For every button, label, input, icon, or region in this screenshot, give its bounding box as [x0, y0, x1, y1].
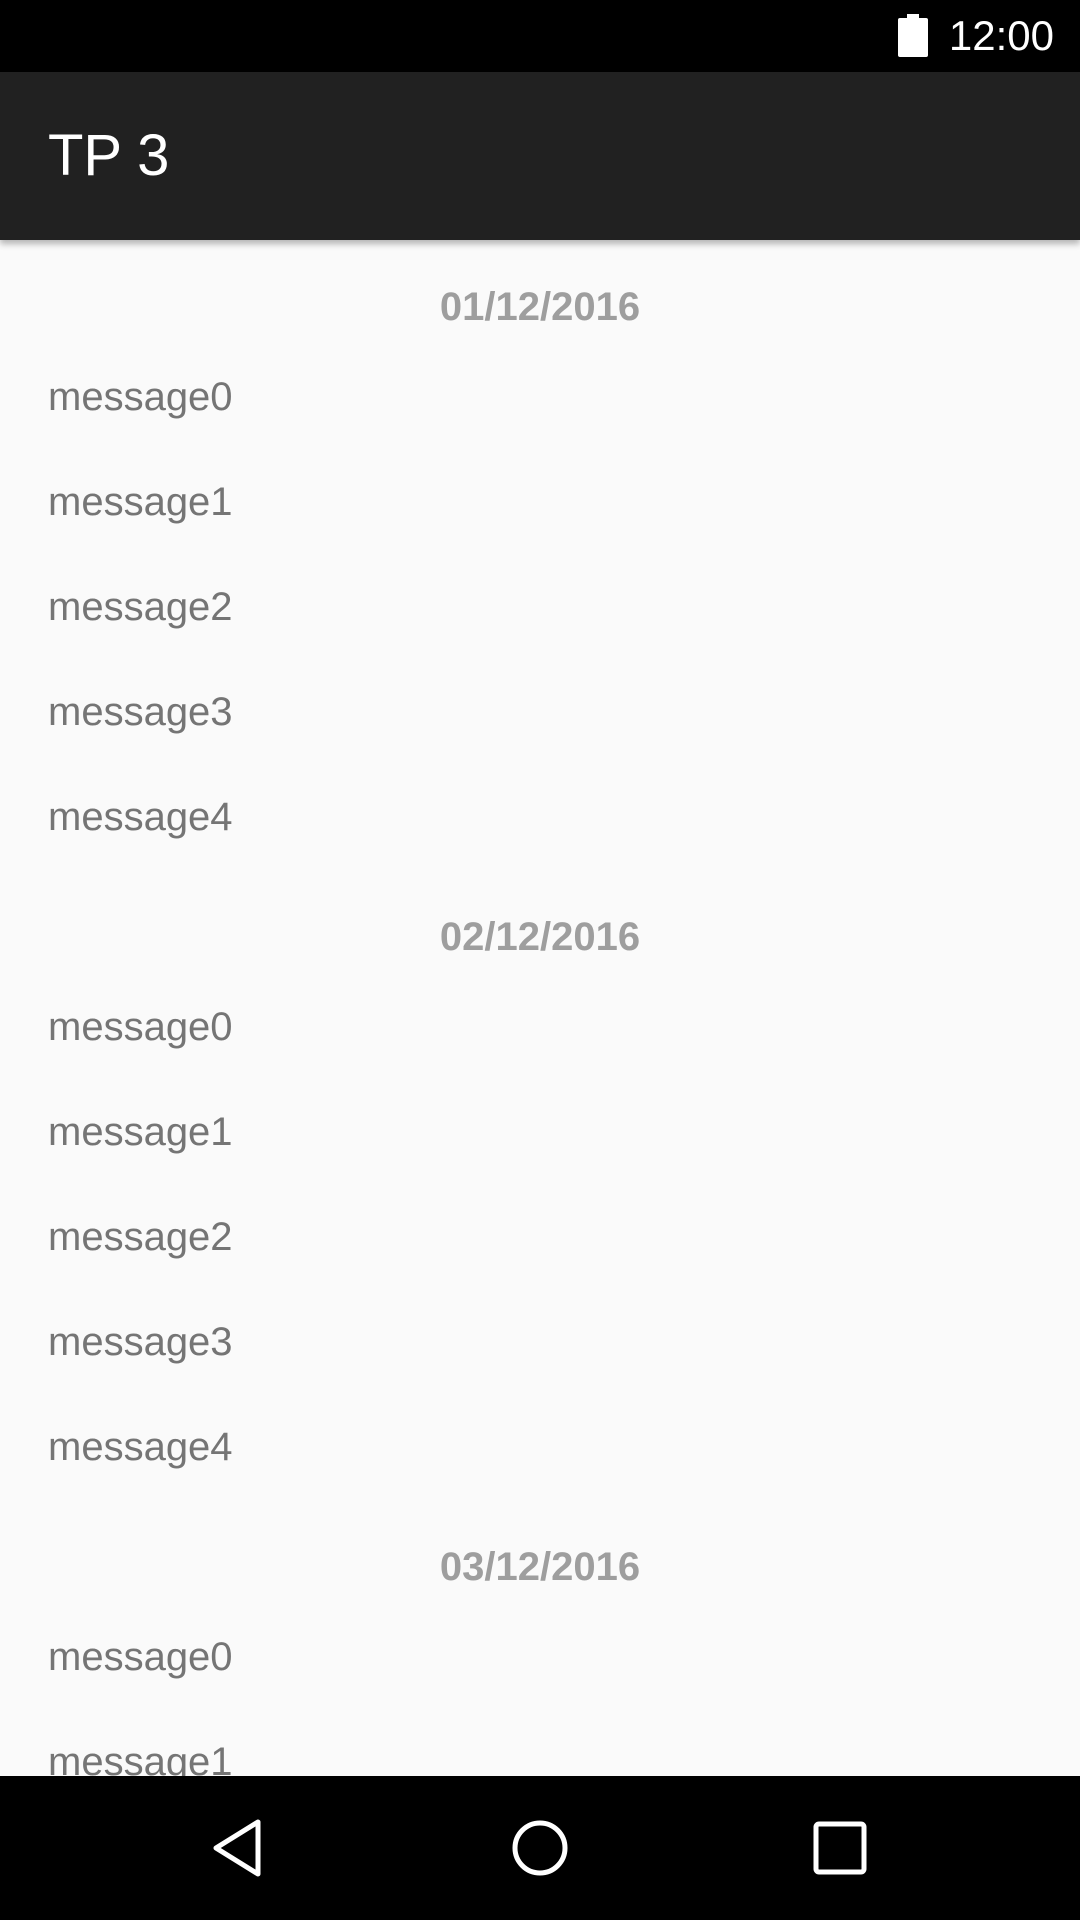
list-item[interactable]: message1: [0, 1080, 1080, 1185]
recents-square-icon: [813, 1821, 867, 1875]
app-bar: TP 3: [0, 72, 1080, 240]
back-triangle-icon: [213, 1819, 261, 1877]
home-button[interactable]: [460, 1776, 620, 1920]
list-item[interactable]: message0: [0, 1605, 1080, 1710]
list-item[interactable]: message1: [0, 1710, 1080, 1776]
recents-button[interactable]: [760, 1776, 920, 1920]
date-group: 02/12/2016 message0 message1 message2 me…: [0, 900, 1080, 1500]
list-item[interactable]: message3: [0, 660, 1080, 765]
list-item[interactable]: message2: [0, 1185, 1080, 1290]
status-clock: 12:00: [948, 12, 1054, 59]
date-group: 03/12/2016 message0 message1: [0, 1530, 1080, 1776]
battery-full-icon: [898, 14, 928, 57]
date-group: 01/12/2016 message0 message1 message2 me…: [0, 270, 1080, 870]
date-header: 01/12/2016: [439, 285, 641, 329]
list-item[interactable]: message0: [0, 975, 1080, 1080]
list-item[interactable]: message4: [0, 765, 1080, 870]
navigation-bar: [0, 1776, 1080, 1920]
home-circle-icon: [512, 1820, 568, 1876]
list-item[interactable]: message1: [0, 450, 1080, 555]
screen: 12:00 TP 3 01/12/2016 message0 message1 …: [0, 0, 1080, 1920]
back-button[interactable]: [160, 1776, 320, 1920]
app-title: TP 3: [48, 123, 170, 188]
list-item[interactable]: message4: [0, 1395, 1080, 1500]
date-header: 03/12/2016: [439, 1545, 641, 1589]
status-bar: 12:00: [0, 0, 1080, 72]
date-header: 02/12/2016: [439, 915, 641, 959]
list-item[interactable]: message2: [0, 555, 1080, 660]
message-list-container[interactable]: 01/12/2016 message0 message1 message2 me…: [0, 240, 1080, 1776]
list-item[interactable]: message3: [0, 1290, 1080, 1395]
list-item[interactable]: message0: [0, 345, 1080, 450]
message-list: 01/12/2016 message0 message1 message2 me…: [0, 240, 1080, 1776]
